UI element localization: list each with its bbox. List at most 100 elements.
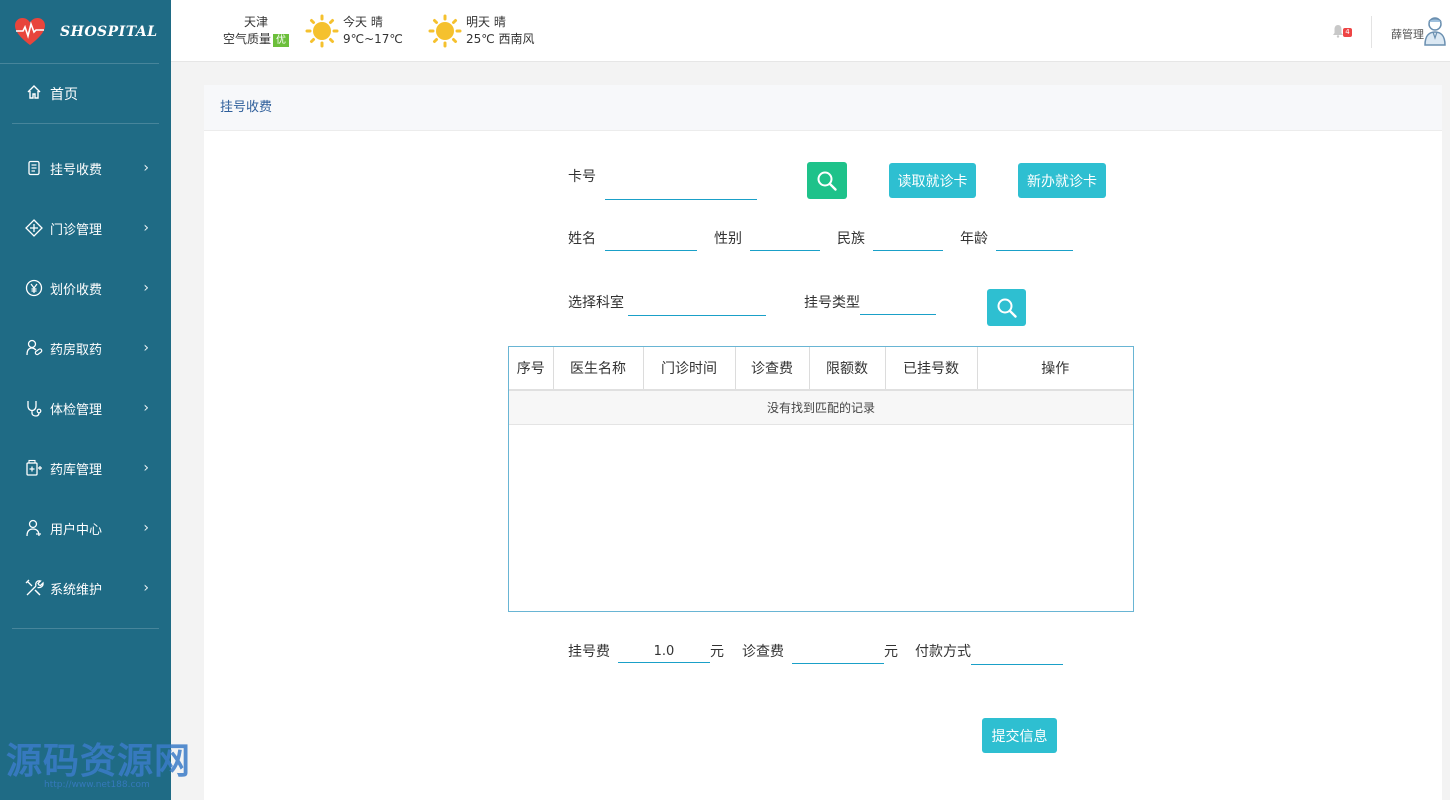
exam-fee-input[interactable] [792,642,884,664]
exam-fee-label: 诊查费 [742,644,784,660]
reg-fee-input[interactable] [618,641,710,663]
name-input[interactable] [605,229,697,251]
air-quality-badge: 优 [273,34,290,47]
weather-city: 天津 空气质量优 [223,14,290,48]
nav-item-label: 系统维护 [50,582,103,598]
nav-item-label: 药库管理 [50,462,103,478]
age-label: 年龄 [960,231,988,247]
nav-item-registration[interactable]: 挂号收费 › [12,138,159,198]
stethoscope-icon [24,398,44,418]
weather-today: 今天 晴 9℃~17℃ [305,14,403,48]
nav-item-label: 划价收费 [50,282,103,298]
notification-badge: 4 [1343,28,1352,37]
register-icon [24,158,44,178]
tomorrow-temp: 25℃ 西南风 [466,32,535,46]
sun-icon [428,14,462,48]
ethnicity-input[interactable] [873,229,943,251]
name-label: 姓名 [568,231,596,247]
user-name[interactable]: 薛管理 [1391,26,1424,42]
search-icon [817,171,837,191]
age-input[interactable] [996,229,1073,251]
table-header-row: 序号 医生名称 门诊时间 诊查费 限额数 已挂号数 操作 [509,347,1133,391]
nav-item-system[interactable]: 系统维护 › [12,558,159,618]
col-exam-fee: 诊查费 [735,347,810,391]
col-limit: 限额数 [809,347,886,391]
pharmacy-icon [24,338,44,358]
exam-fee-unit: 元 [884,644,898,660]
chevron-right-icon: › [143,280,149,296]
nav-item-label: 用户中心 [50,522,103,538]
sun-icon [305,14,339,48]
nav-home[interactable]: 首页 [12,64,159,124]
reg-fee-label: 挂号费 [568,644,610,660]
department-input[interactable] [628,294,766,316]
brand-name: SHOSPITAL [60,23,158,40]
reg-type-input[interactable] [860,293,936,315]
sidebar: SHOSPITAL 首页 挂号收费 › 门诊管理 › 划价收费 › 药房取药 › [0,0,171,800]
main-panel: 挂号收费 卡号 读取就诊卡 新办就诊卡 姓名 性别 民族 年龄 选择科室 挂号类… [204,85,1442,800]
doctor-avatar-icon [1424,17,1446,46]
air-quality: 空气质量优 [223,31,290,48]
top-header: 天津 空气质量优 今天 晴 9℃~17℃ 明天 晴 25℃ 西南风 4 薛管理 [171,0,1450,62]
yuan-icon [24,278,44,298]
user-icon [24,518,44,538]
medicine-store-icon [24,458,44,478]
chevron-right-icon: › [143,400,149,416]
chevron-right-icon: › [143,220,149,236]
nav-home-label: 首页 [50,86,78,103]
col-doctor: 医生名称 [553,347,644,391]
nav-item-label: 门诊管理 [50,222,103,238]
chevron-right-icon: › [143,160,149,176]
nav-item-label: 体检管理 [50,402,103,418]
nav-item-clinic[interactable]: 门诊管理 › [12,198,159,258]
search-icon [997,298,1017,318]
gender-input[interactable] [750,229,820,251]
table-empty-message: 没有找到匹配的记录 [509,391,1133,425]
card-no-label: 卡号 [568,169,596,185]
tomorrow-label: 明天 [466,15,491,29]
payment-label: 付款方式 [915,644,971,660]
nav-item-medicine-store[interactable]: 药库管理 › [12,438,159,498]
tools-icon [24,578,44,598]
watermark-url: http://www.net188.com [44,780,150,790]
nav-item-pharmacy[interactable]: 药房取药 › [12,318,159,378]
card-no-input[interactable] [605,178,757,200]
ethnicity-label: 民族 [837,231,865,247]
weather-tomorrow: 明天 晴 25℃ 西南风 [428,14,535,48]
doctor-search-button[interactable] [987,289,1026,326]
department-label: 选择科室 [568,295,624,311]
today-label: 今天 [343,15,368,29]
nav-item-user-center[interactable]: 用户中心 › [12,498,159,558]
nav-list: 挂号收费 › 门诊管理 › 划价收费 › 药房取药 › 体检管理 › 药库管理 … [12,124,159,629]
nav-item-pricing[interactable]: 划价收费 › [12,258,159,318]
chevron-right-icon: › [143,580,149,596]
payment-input[interactable] [971,643,1063,665]
chevron-right-icon: › [143,340,149,356]
avatar[interactable] [1424,16,1448,46]
col-registered: 已挂号数 [885,347,978,391]
heart-pulse-icon [14,16,46,48]
new-card-button[interactable]: 新办就诊卡 [1018,163,1106,198]
air-quality-label: 空气质量 [223,32,272,46]
city-name: 天津 [244,15,269,29]
today-weather: 晴 [370,15,383,29]
nav-item-label: 挂号收费 [50,162,103,178]
home-icon [26,84,42,104]
watermark: 源码资源网 [6,740,192,782]
nav-item-label: 药房取药 [50,342,103,358]
header-divider [1371,16,1372,48]
doctor-table: 序号 医生名称 门诊时间 诊查费 限额数 已挂号数 操作 没有找到匹配的记录 [508,346,1134,612]
nav-item-physical-exam[interactable]: 体检管理 › [12,378,159,438]
chevron-right-icon: › [143,520,149,536]
col-time: 门诊时间 [643,347,736,391]
clinic-icon [24,218,44,238]
today-temp: 9℃~17℃ [343,32,403,46]
col-action: 操作 [977,347,1133,391]
notification-bell[interactable]: 4 [1332,24,1352,40]
logo[interactable]: SHOSPITAL [0,0,159,64]
read-card-button[interactable]: 读取就诊卡 [889,163,976,198]
chevron-right-icon: › [143,460,149,476]
submit-button[interactable]: 提交信息 [982,718,1057,753]
tomorrow-weather: 晴 [493,15,506,29]
card-search-button[interactable] [807,162,847,199]
